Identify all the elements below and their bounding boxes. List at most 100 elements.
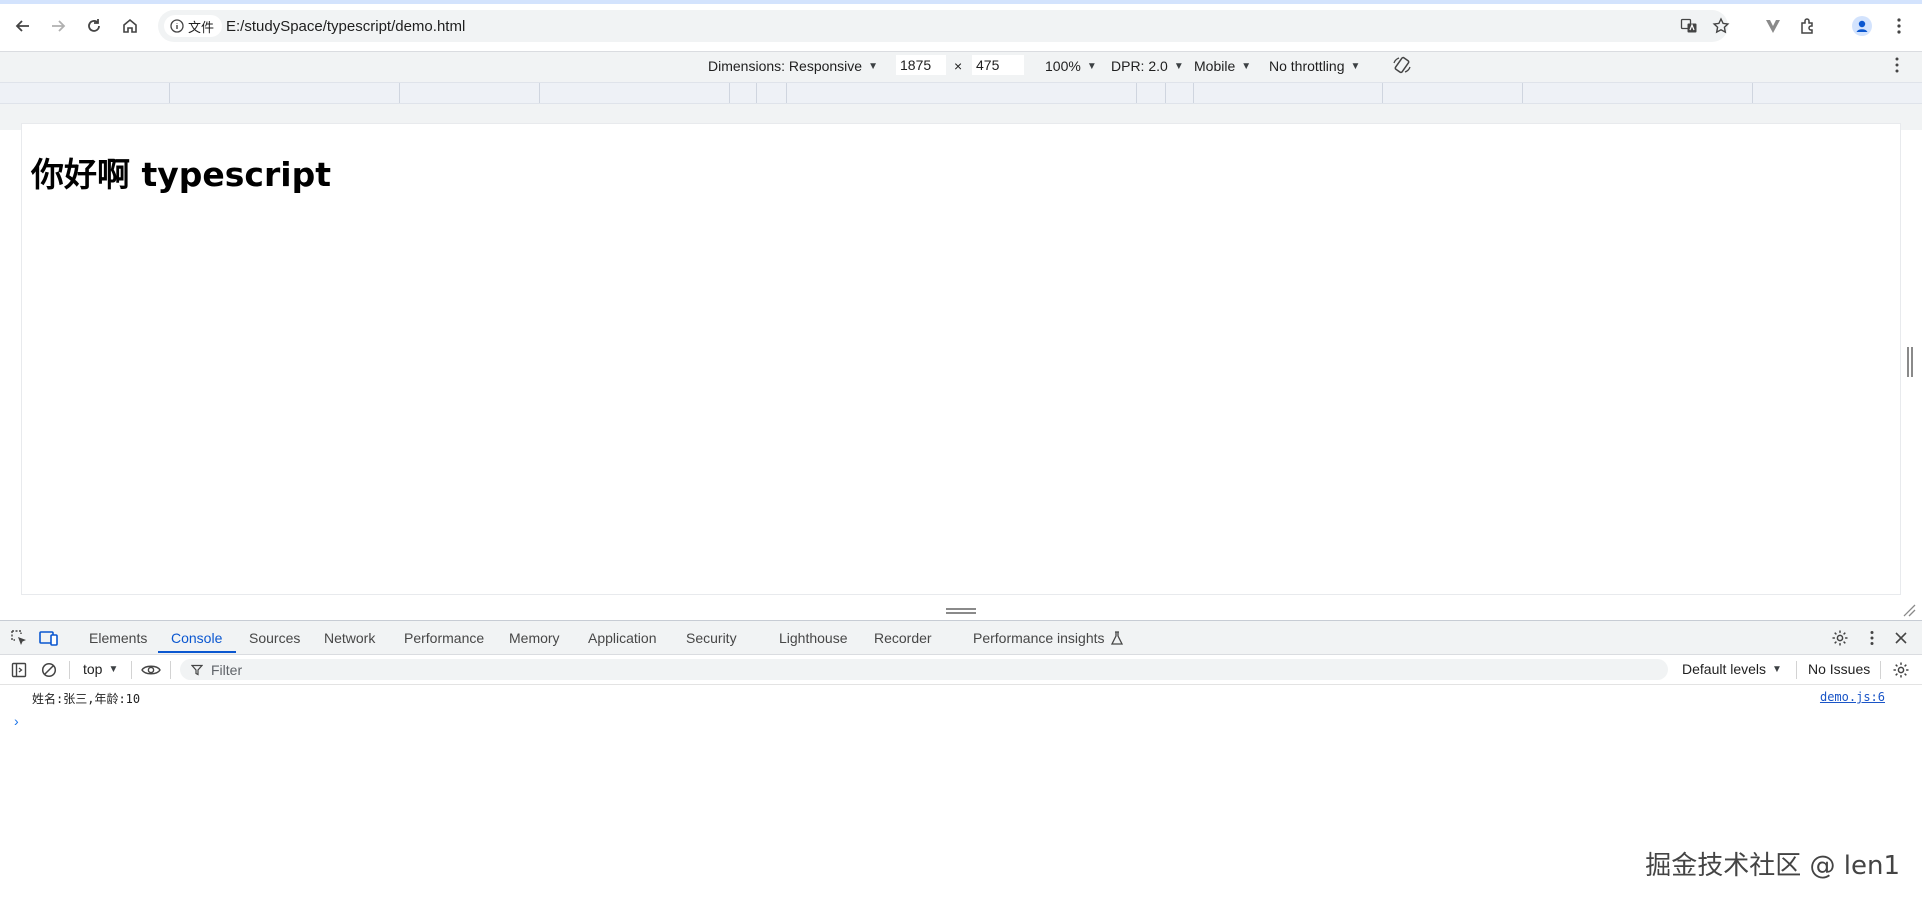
- live-expression-button[interactable]: [141, 660, 161, 680]
- clear-console-button[interactable]: [39, 660, 59, 680]
- times-sign: ×: [954, 58, 963, 74]
- sidebar-icon: [11, 662, 27, 678]
- dpr-select[interactable]: DPR: 2.0 ▼: [1111, 58, 1184, 74]
- tab-performance[interactable]: Performance: [404, 630, 484, 646]
- home-button[interactable]: [117, 13, 143, 39]
- browser-menu-button[interactable]: [1888, 15, 1910, 37]
- tab-elements[interactable]: Elements: [89, 630, 147, 646]
- console-settings-button[interactable]: [1891, 660, 1911, 680]
- arrow-left-icon: [15, 20, 29, 32]
- rotate-button[interactable]: [1392, 55, 1412, 75]
- clear-icon: [41, 662, 57, 678]
- tab-network[interactable]: Network: [324, 630, 375, 646]
- log-levels-label: Default levels: [1682, 661, 1767, 677]
- device-toolbar: Dimensions: Responsive ▼ 1875 × 475 100%…: [0, 52, 1922, 130]
- kebab-icon: [1897, 18, 1901, 34]
- tab-strip-edge: [0, 0, 1922, 4]
- devtools-menu-button[interactable]: [1862, 628, 1882, 648]
- rotate-icon: [1393, 56, 1411, 74]
- dimensions-select[interactable]: Dimensions: Responsive ▼: [708, 58, 878, 74]
- profile-button[interactable]: [1851, 15, 1873, 37]
- device-toolbar-toggle[interactable]: [39, 628, 59, 648]
- kebab-icon: [1870, 631, 1874, 645]
- device-type-select[interactable]: Mobile ▼: [1194, 58, 1251, 74]
- puzzle-icon: [1801, 18, 1813, 34]
- gear-icon: [1893, 662, 1909, 678]
- eye-icon: [141, 665, 161, 675]
- reload-button[interactable]: [81, 13, 107, 39]
- vue-devtools-icon: [1766, 20, 1780, 33]
- tab-performance-insights-label: Performance insights: [973, 630, 1105, 646]
- back-button[interactable]: [10, 13, 36, 39]
- issues-counter[interactable]: No Issues: [1808, 661, 1870, 677]
- context-select[interactable]: top ▼: [83, 661, 118, 677]
- filter-icon: [191, 664, 203, 676]
- devtools-panel: Elements Console Sources Network Perform…: [0, 620, 1922, 902]
- console-log-message: 姓名:张三,年龄:10: [32, 692, 141, 706]
- viewport-resize-handle-bottom[interactable]: [946, 607, 976, 615]
- translate-button[interactable]: [1680, 17, 1698, 35]
- bookmark-button[interactable]: [1712, 17, 1730, 35]
- caret-down-icon: ▼: [868, 60, 878, 72]
- device-mode-icon: [39, 631, 58, 646]
- context-label: top: [83, 661, 103, 677]
- throttling-label: No throttling: [1269, 58, 1345, 74]
- info-icon: [170, 19, 184, 33]
- caret-down-icon: ▼: [1241, 60, 1252, 72]
- tab-lighthouse[interactable]: Lighthouse: [779, 630, 848, 646]
- devtools-close-button[interactable]: [1891, 628, 1911, 648]
- width-input[interactable]: 1875: [896, 55, 946, 75]
- forward-button[interactable]: [45, 13, 71, 39]
- caret-down-icon: ▼: [108, 663, 119, 675]
- active-tab-indicator: [158, 651, 236, 653]
- site-info-chip[interactable]: 文件: [164, 15, 223, 37]
- filter-placeholder: Filter: [211, 662, 243, 678]
- tab-sources[interactable]: Sources: [249, 630, 300, 646]
- tab-application[interactable]: Application: [588, 630, 657, 646]
- dpr-label: DPR: 2.0: [1111, 58, 1168, 74]
- devtools-settings-button[interactable]: [1830, 628, 1850, 648]
- tab-memory[interactable]: Memory: [509, 630, 560, 646]
- console-prompt[interactable]: ›: [14, 713, 19, 729]
- gear-icon: [1832, 630, 1848, 646]
- console-sidebar-toggle[interactable]: [9, 660, 29, 680]
- page-heading: 你好啊 typescript: [31, 155, 331, 194]
- caret-down-icon: ▼: [1086, 60, 1097, 72]
- zoom-select[interactable]: 100% ▼: [1045, 58, 1097, 74]
- console-toolbar: top ▼ Filter Default levels ▼ No Issues: [0, 655, 1922, 685]
- extensions-menu-button[interactable]: [1797, 15, 1819, 37]
- close-icon: [1895, 632, 1907, 644]
- viewport-resize-handle-corner[interactable]: [1902, 603, 1916, 617]
- caret-down-icon: ▼: [1350, 60, 1361, 72]
- devtools-tab-bar: Elements Console Sources Network Perform…: [0, 621, 1922, 655]
- throttling-select[interactable]: No throttling ▼: [1269, 58, 1360, 74]
- browser-toolbar: 文件 E:/studySpace/typescript/demo.html: [0, 0, 1922, 52]
- emulated-viewport[interactable]: 你好啊 typescript: [22, 124, 1900, 594]
- viewport-resize-handle-right[interactable]: [1906, 347, 1914, 377]
- tab-console[interactable]: Console: [171, 630, 222, 646]
- tab-recorder[interactable]: Recorder: [874, 630, 932, 646]
- height-input[interactable]: 475: [972, 55, 1024, 75]
- extension-button[interactable]: [1762, 15, 1784, 37]
- log-levels-select[interactable]: Default levels ▼: [1682, 661, 1782, 677]
- filter-input[interactable]: Filter: [180, 659, 1668, 680]
- reload-icon: [88, 19, 100, 32]
- inspect-icon: [11, 630, 26, 645]
- inspect-element-button[interactable]: [9, 628, 29, 648]
- site-chip-label: 文件: [188, 19, 215, 35]
- console-log-source-link[interactable]: demo.js:6: [1820, 690, 1885, 704]
- tab-performance-insights[interactable]: Performance insights: [973, 630, 1123, 646]
- star-icon: [1712, 17, 1730, 34]
- url-text[interactable]: E:/studySpace/typescript/demo.html: [226, 18, 465, 35]
- caret-down-icon: ▼: [1772, 663, 1782, 675]
- translate-icon: [1680, 18, 1697, 33]
- address-bar[interactable]: 文件 E:/studySpace/typescript/demo.html: [158, 10, 1730, 42]
- device-toolbar-menu-button[interactable]: [1894, 56, 1900, 74]
- caret-down-icon: ▼: [1173, 60, 1184, 72]
- kebab-icon: [1895, 57, 1899, 73]
- flask-icon: [1110, 631, 1123, 645]
- device-type-label: Mobile: [1194, 58, 1236, 74]
- media-query-ruler[interactable]: [0, 82, 1922, 104]
- tab-security[interactable]: Security: [686, 630, 737, 646]
- arrow-right-icon: [52, 20, 66, 32]
